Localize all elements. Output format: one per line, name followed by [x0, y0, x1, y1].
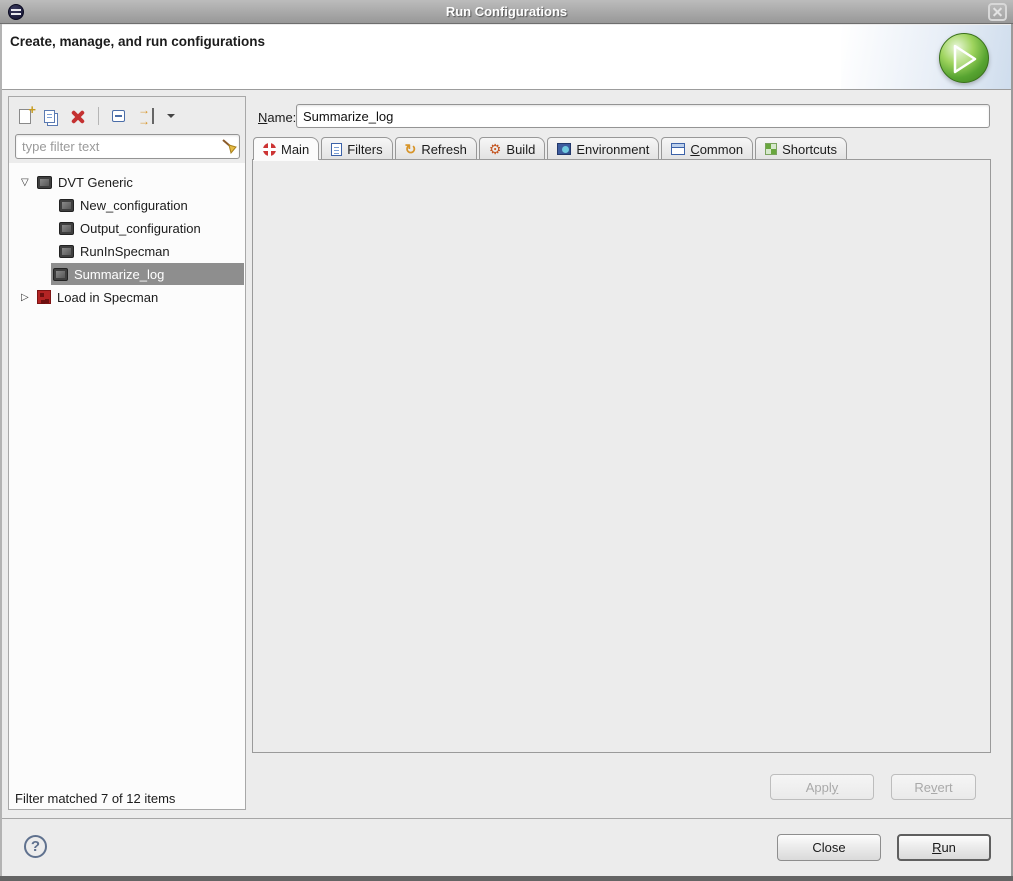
expander-open-icon[interactable]: ▽: [21, 177, 31, 188]
filters-tab-icon: [331, 143, 342, 156]
window-left-edge: [0, 24, 2, 881]
shortcuts-tab-icon: [765, 143, 777, 155]
collapse-all-icon[interactable]: [112, 110, 125, 122]
name-input[interactable]: [296, 104, 990, 128]
refresh-tab-icon: [405, 141, 417, 158]
expander-closed-icon[interactable]: ▷: [21, 292, 31, 303]
tree-item-load-in-specman[interactable]: ▷ Load in Specman: [21, 286, 158, 308]
tab-refresh[interactable]: Refresh: [395, 137, 477, 160]
dialog-message: Create, manage, and run configurations: [10, 34, 265, 49]
run-orb-icon: [939, 33, 989, 83]
tab-main[interactable]: Main: [253, 137, 319, 160]
environment-tab-icon: [557, 143, 571, 155]
toolbar-menu-chevron-icon[interactable]: [167, 114, 175, 122]
revert-button: Revert: [891, 774, 976, 800]
new-configuration-icon[interactable]: [19, 109, 31, 124]
tree-item-output-configuration[interactable]: Output_configuration: [59, 217, 201, 239]
filter-configurations-icon[interactable]: [138, 108, 154, 124]
tree-item-summarize-log-selected[interactable]: Summarize_log: [51, 263, 244, 285]
tree-item-dvt-generic[interactable]: ▽ DVT Generic: [21, 171, 133, 193]
run-config-icon: [59, 222, 74, 235]
window-menu-icon[interactable]: [8, 4, 24, 20]
tab-environment[interactable]: Environment: [547, 137, 659, 160]
common-tab-icon: [671, 143, 685, 155]
tree-item-runinspecman[interactable]: RunInSpecman: [59, 240, 170, 262]
filter-status-text: Filter matched 7 of 12 items: [15, 791, 175, 806]
window-title: Run Configurations: [0, 4, 1013, 19]
run-config-icon: [59, 199, 74, 212]
window-bottom-edge: [0, 876, 1013, 881]
apply-button: Apply: [770, 774, 874, 800]
run-configurations-dialog: Run Configurations Create, manage, and r…: [0, 0, 1013, 881]
tab-filters[interactable]: Filters: [321, 137, 392, 160]
duplicate-configuration-icon[interactable]: [44, 110, 55, 123]
tree-item-new-configuration[interactable]: New_configuration: [59, 194, 188, 216]
name-label: Name:: [258, 110, 296, 125]
dialog-header: Create, manage, and run configurations: [2, 25, 1011, 90]
clear-filter-broom-icon[interactable]: [221, 138, 237, 154]
tab-build[interactable]: Build: [479, 137, 545, 160]
close-button[interactable]: Close: [777, 834, 881, 861]
configurations-panel: ▽ DVT Generic New_configuration Output_c…: [8, 96, 246, 810]
configurations-toolbar: [19, 106, 175, 126]
window-close-icon[interactable]: [988, 3, 1007, 21]
build-tab-icon: [489, 141, 502, 158]
run-button[interactable]: Run: [897, 834, 991, 861]
titlebar: Run Configurations: [0, 0, 1013, 24]
main-tab-icon: [263, 143, 276, 156]
help-icon[interactable]: ?: [24, 835, 47, 858]
main-tab-content: [252, 159, 991, 753]
specman-icon: [37, 290, 51, 304]
toolbar-separator: [98, 107, 99, 125]
tab-common[interactable]: Common: [661, 137, 753, 160]
filter-input[interactable]: [15, 134, 240, 159]
config-tab-bar: Main Filters Refresh Build Environment C…: [253, 137, 847, 160]
run-config-icon: [37, 176, 52, 189]
run-config-icon: [53, 268, 68, 281]
run-config-icon: [59, 245, 74, 258]
tab-shortcuts[interactable]: Shortcuts: [755, 137, 847, 160]
delete-configuration-icon[interactable]: [71, 109, 85, 123]
